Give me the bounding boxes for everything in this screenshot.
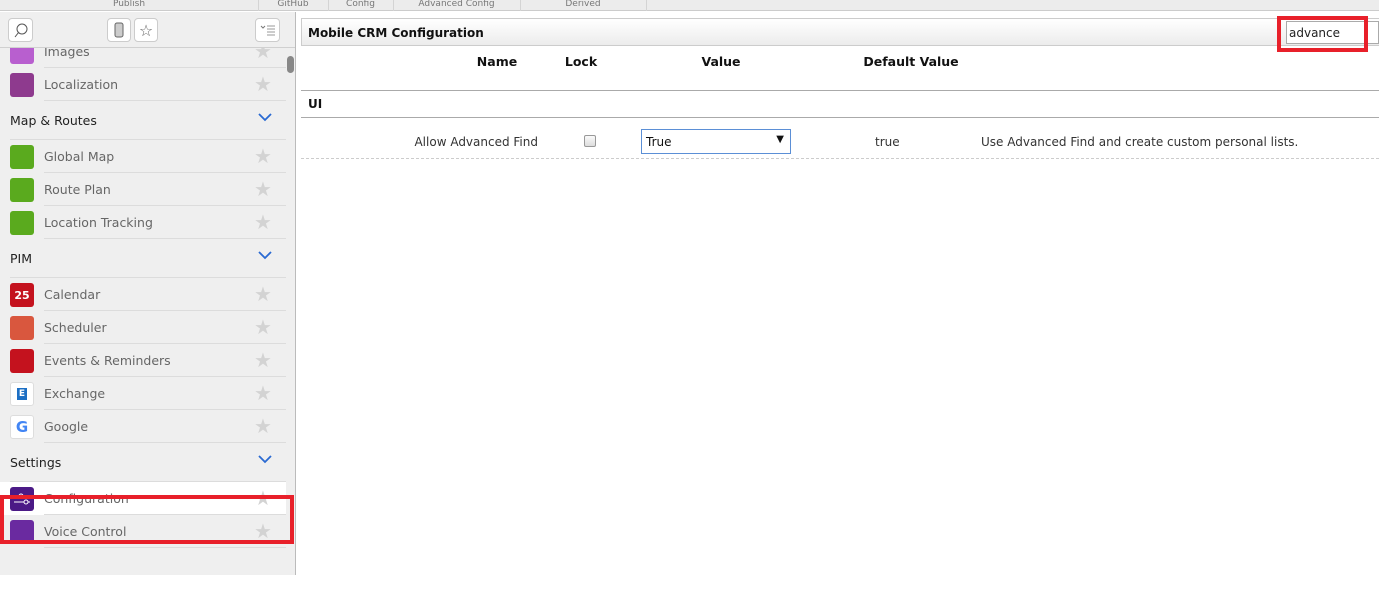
favorite-star-icon[interactable]: ★ <box>254 316 272 338</box>
main-panel: Mobile CRM Configuration <box>296 12 1379 590</box>
bell-icon <box>10 349 34 373</box>
chevron-down-icon[interactable] <box>258 113 272 122</box>
location-pin-icon <box>10 211 34 235</box>
sidebar-item-google[interactable]: G Google ★ <box>0 410 286 443</box>
divider <box>301 117 1379 118</box>
star-icon: ☆ <box>138 20 154 40</box>
sidebar-item-label: Scheduler <box>44 320 107 335</box>
sidebar-toolbar: ☆ <box>0 12 295 48</box>
sidebar-scrollbar[interactable] <box>287 56 294 73</box>
tab-config[interactable]: Config <box>328 0 393 9</box>
divider <box>44 547 286 548</box>
sidebar-item-label: Events & Reminders <box>44 353 171 368</box>
favorite-star-icon[interactable]: ★ <box>254 382 272 404</box>
section-header-settings[interactable]: Settings <box>0 443 286 482</box>
chevron-down-icon[interactable] <box>258 251 272 260</box>
panel-title: Mobile CRM Configuration <box>308 26 484 40</box>
sidebar-item-label: Calendar <box>44 287 101 302</box>
dropdown-arrow-icon: ▼ <box>776 134 784 145</box>
search-button[interactable] <box>8 18 33 42</box>
sidebar-item-location-tracking[interactable]: Location Tracking ★ <box>0 206 286 239</box>
column-header-name: Name <box>476 54 518 69</box>
route-icon <box>10 178 34 202</box>
favorite-star-icon[interactable]: ★ <box>254 145 272 167</box>
favorites-button[interactable]: ☆ <box>134 18 158 42</box>
sidebar-item-exchange[interactable]: E Exchange ★ <box>0 377 286 410</box>
favorite-star-icon[interactable]: ★ <box>254 349 272 371</box>
favorite-star-icon[interactable]: ★ <box>254 415 272 437</box>
default-value: true <box>875 135 900 149</box>
map-icon <box>10 145 34 169</box>
column-header-value: Value <box>701 54 741 69</box>
search-icon <box>14 23 27 37</box>
list-collapse-icon <box>260 25 275 36</box>
panel-header: Mobile CRM Configuration <box>301 18 1379 46</box>
sidebar-item-events-reminders[interactable]: Events & Reminders ★ <box>0 344 286 377</box>
tab-publish[interactable]: Publish <box>0 0 258 9</box>
sidebar-item-label: Google <box>44 419 89 434</box>
tab-github[interactable]: GitHub <box>258 0 328 9</box>
divider <box>301 90 1379 91</box>
sidebar: ★Images★Localization★Map & RoutesGlobal … <box>0 12 296 575</box>
value-select-text: True <box>646 135 672 149</box>
sidebar-item-label: Exchange <box>44 386 106 401</box>
favorite-star-icon[interactable]: ★ <box>254 73 272 95</box>
column-header-default-value: Default Value <box>863 54 959 69</box>
sidebar-item-label: Route Plan <box>44 182 111 197</box>
lock-checkbox[interactable] <box>584 135 596 147</box>
mobile-button[interactable] <box>107 18 131 42</box>
section-title: PIM <box>10 251 33 266</box>
favorite-star-icon[interactable]: ★ <box>254 178 272 200</box>
section-ui: UI <box>308 97 323 111</box>
setting-description: Use Advanced Find and create custom pers… <box>981 135 1299 149</box>
sidebar-item-scheduler[interactable]: Scheduler ★ <box>0 311 286 344</box>
section-header-pim[interactable]: PIM <box>0 239 286 278</box>
sidebar-item-route-plan[interactable]: Route Plan ★ <box>0 173 286 206</box>
tab-derived[interactable]: Derived <box>520 0 646 9</box>
tab-advanced-config[interactable]: Advanced Config <box>393 0 520 9</box>
highlight-configuration <box>0 495 294 544</box>
setting-name: Allow Advanced Find <box>414 135 538 149</box>
section-title: Settings <box>10 455 62 470</box>
sidebar-item-label: Localization <box>44 77 119 92</box>
section-header-map-routes[interactable]: Map & Routes <box>0 101 286 140</box>
scheduler-icon <box>10 316 34 340</box>
favorite-star-icon[interactable]: ★ <box>254 211 272 233</box>
collapse-all-button[interactable] <box>255 18 280 42</box>
sidebar-list: ★Images★Localization★Map & RoutesGlobal … <box>0 12 286 548</box>
highlight-search <box>1277 16 1368 52</box>
column-header-lock: Lock <box>564 54 598 69</box>
sidebar-item-localization[interactable]: Localization ★ <box>0 68 286 101</box>
phone-icon <box>114 22 124 38</box>
google-icon: G <box>10 415 34 439</box>
exchange-icon: E <box>10 382 34 406</box>
sidebar-item-global-map[interactable]: Global Map ★ <box>0 140 286 173</box>
sidebar-item-label: Global Map <box>44 149 115 164</box>
sidebar-item-calendar[interactable]: 25 Calendar ★ <box>0 278 286 311</box>
calendar-icon: 25 <box>10 283 34 307</box>
top-tab-bar: Publish GitHub Config Advanced Config De… <box>0 0 1379 11</box>
section-title: Map & Routes <box>10 113 97 128</box>
favorite-star-icon[interactable]: ★ <box>254 283 272 305</box>
chevron-down-icon[interactable] <box>258 455 272 464</box>
row-divider <box>301 158 1379 159</box>
sidebar-item-label: Location Tracking <box>44 215 153 230</box>
value-select[interactable]: True ▼ <box>641 129 791 154</box>
translate-icon <box>10 73 34 97</box>
